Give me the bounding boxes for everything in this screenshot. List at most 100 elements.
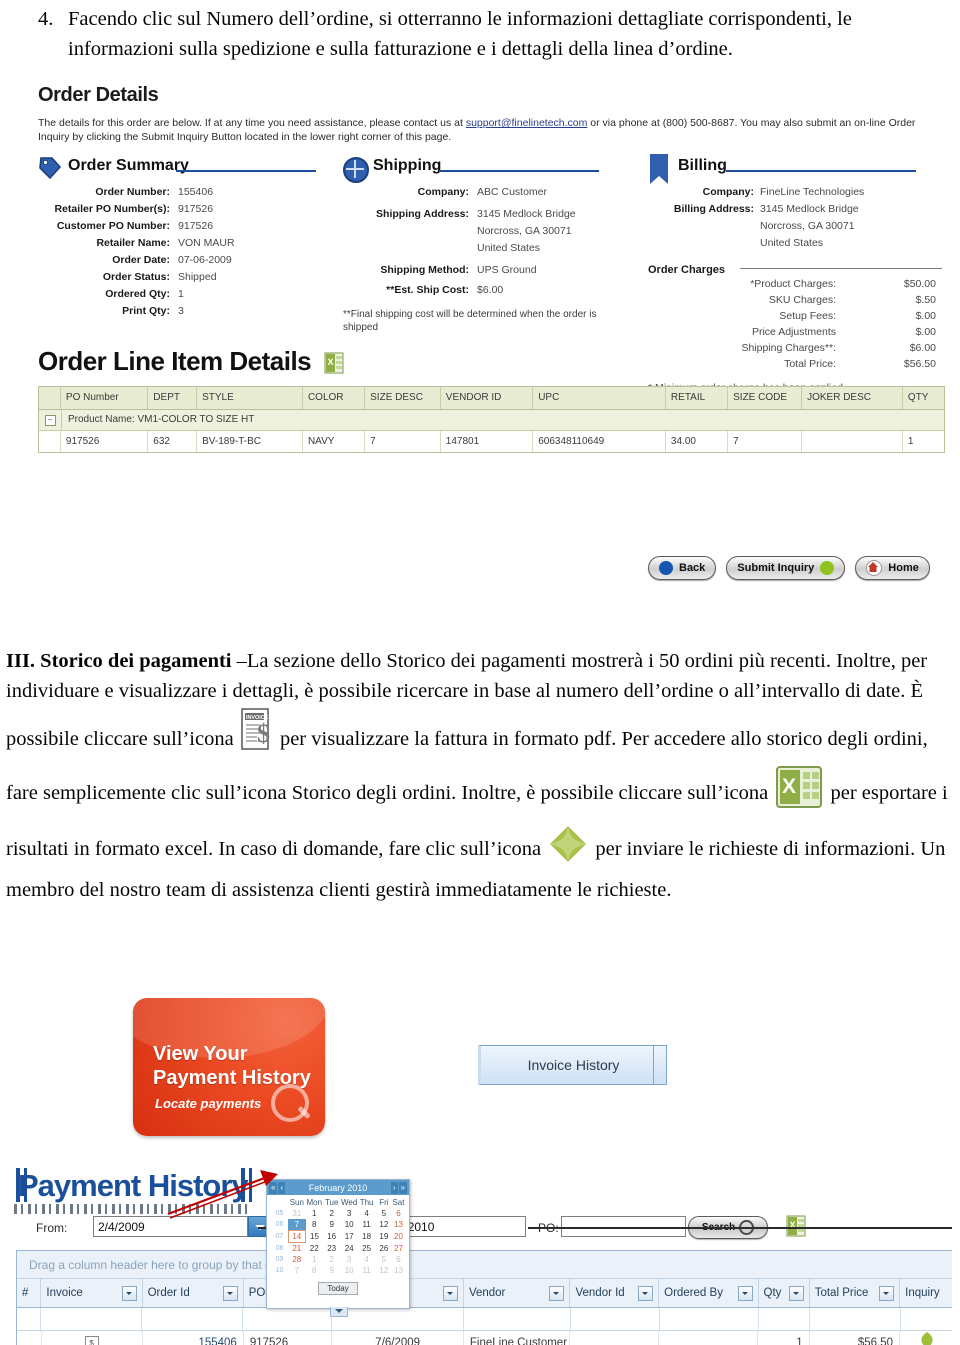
calendar-day[interactable]: 2 [323,1254,340,1265]
col-header-color[interactable]: COLOR [303,387,366,409]
col-header-order-id[interactable]: Order Id [143,1279,244,1307]
filter-button[interactable] [737,1285,753,1301]
filter-button[interactable] [121,1285,137,1301]
col-header-number[interactable]: # [17,1279,42,1307]
table-row[interactable]: $ 155406 917526 7/6/2009 FineLine Custom… [17,1331,952,1345]
date-picker-calendar[interactable]: « ‹ February 2010 › » Sun Mon Tue Wed Th… [266,1179,410,1317]
calendar-day[interactable]: 28 [288,1254,305,1265]
back-button[interactable]: Back [648,556,717,580]
col-header-vendor[interactable]: Vendor [464,1279,571,1307]
calendar-day[interactable]: 25 [358,1243,375,1255]
filter-button[interactable] [549,1285,565,1301]
calendar-day[interactable]: 23 [323,1243,340,1255]
calendar-month-label[interactable]: February 2010 [309,1183,368,1193]
invoice-history-button[interactable]: Invoice History [478,1045,667,1085]
col-header-qty[interactable]: QTY [903,387,944,409]
calendar-day[interactable]: 16 [323,1231,340,1243]
calendar-day[interactable]: 9 [323,1265,340,1276]
submit-inquiry-button[interactable]: Submit Inquiry [726,556,846,580]
col-header-invoice[interactable]: Invoice [41,1279,143,1307]
calendar-day[interactable]: 10 [340,1219,358,1231]
calendar-day[interactable]: 27 [392,1243,404,1255]
expand-collapse-toggle[interactable]: – [39,410,62,430]
calendar-day[interactable]: 17 [340,1231,358,1243]
calendar-day[interactable]: 4 [358,1254,375,1265]
filter-cell-po[interactable] [243,1308,333,1330]
calendar-day[interactable]: 12 [375,1265,392,1276]
filter-button[interactable] [442,1285,458,1301]
calendar-day[interactable]: 8 [306,1265,323,1276]
col-header-joker-desc[interactable]: JOKER DESC [802,387,903,409]
calendar-day[interactable]: 19 [375,1231,392,1243]
invoice-pdf-icon[interactable]: INVOICE $ [239,706,275,761]
table-row[interactable]: 917526 632 BV-189-T-BC NAVY 7 147801 606… [39,431,944,452]
cell-order-id[interactable]: 155406 [143,1331,244,1345]
col-header-dept[interactable]: DEPT [148,387,198,409]
calendar-day[interactable]: 6 [392,1208,404,1219]
cell-inquiry[interactable] [900,1331,952,1345]
col-header-ordered-by[interactable]: Ordered By [659,1279,759,1307]
calendar-day-selected[interactable]: 7 [288,1219,306,1231]
calendar-day[interactable]: 13 [392,1265,404,1276]
calendar-day[interactable]: 22 [306,1243,323,1255]
calendar-day[interactable]: 13 [392,1219,404,1231]
prev-year-button[interactable]: « [269,1181,278,1194]
col-header-po-number[interactable]: PO Number [61,387,149,409]
calendar-day[interactable]: 5 [375,1208,392,1219]
excel-icon[interactable]: X [773,761,825,822]
col-header-size-desc[interactable]: SIZE DESC [365,387,441,409]
calendar-day[interactable]: 9 [323,1219,340,1231]
leaf-icon[interactable] [918,1331,936,1345]
filter-cell-ordered-by[interactable] [659,1308,760,1330]
filter-button[interactable] [222,1285,238,1301]
calendar-day[interactable]: 10 [340,1265,358,1276]
col-header-retail[interactable]: RETAIL [666,387,729,409]
col-header-total-price[interactable]: Total Price [810,1279,901,1307]
from-date-input[interactable]: 2/4/2009 [93,1216,248,1237]
calendar-day[interactable]: 15 [306,1231,323,1243]
filter-cell-order-id[interactable] [141,1308,244,1330]
calendar-dropdown-tail[interactable] [330,1307,348,1317]
filter-cell-total-price[interactable] [810,1308,901,1330]
group-by-dropzone[interactable]: Drag a column header here to group by th… [17,1251,952,1279]
calendar-day-today[interactable]: 14 [287,1230,307,1243]
col-header-inquiry[interactable]: Inquiry [900,1279,952,1307]
col-header-upc[interactable]: UPC [533,387,666,409]
home-button[interactable]: Home [855,556,930,580]
filter-cell-invoice[interactable] [40,1308,142,1330]
col-header-size-code[interactable]: SIZE CODE [728,387,803,409]
col-header-style[interactable]: STYLE [197,387,303,409]
next-month-button[interactable]: › [390,1181,398,1194]
calendar-day[interactable]: 11 [358,1265,375,1276]
calendar-day[interactable]: 3 [340,1208,358,1219]
calendar-day[interactable]: 20 [392,1231,404,1243]
next-year-button[interactable]: » [398,1181,407,1194]
calendar-day[interactable]: 8 [306,1219,323,1231]
filter-cell-vendor[interactable] [464,1308,571,1330]
support-email-link[interactable]: support@finelinetech.com [466,117,588,129]
calendar-day[interactable]: 3 [340,1254,358,1265]
prev-month-button[interactable]: ‹ [278,1181,286,1194]
filter-cell-order-date[interactable] [332,1308,465,1330]
filter-cell-vendor-id[interactable] [571,1308,660,1330]
col-header-vendor-id[interactable]: VENDOR ID [441,387,534,409]
filter-button[interactable] [638,1285,654,1301]
col-header-qty[interactable]: Qty [759,1279,810,1307]
calendar-day[interactable]: 7 [288,1265,305,1276]
calendar-day[interactable]: 2 [323,1208,340,1219]
calendar-day[interactable]: 1 [306,1254,323,1265]
calendar-day[interactable]: 26 [375,1243,392,1255]
calendar-day[interactable]: 31 [288,1208,305,1219]
calendar-day[interactable]: 1 [306,1208,323,1219]
filter-button[interactable] [788,1285,804,1301]
calendar-day[interactable]: 21 [288,1243,305,1255]
calendar-day[interactable]: 18 [358,1231,375,1243]
calendar-day[interactable]: 5 [375,1254,392,1265]
filter-cell-qty[interactable] [759,1308,811,1330]
filter-button[interactable] [879,1285,895,1301]
invoice-pdf-icon-small[interactable]: $ [84,1336,99,1345]
calendar-day[interactable]: 6 [392,1254,404,1265]
calendar-day[interactable]: 11 [358,1219,375,1231]
calendar-day[interactable]: 4 [358,1208,375,1219]
today-button[interactable]: Today [318,1282,358,1295]
